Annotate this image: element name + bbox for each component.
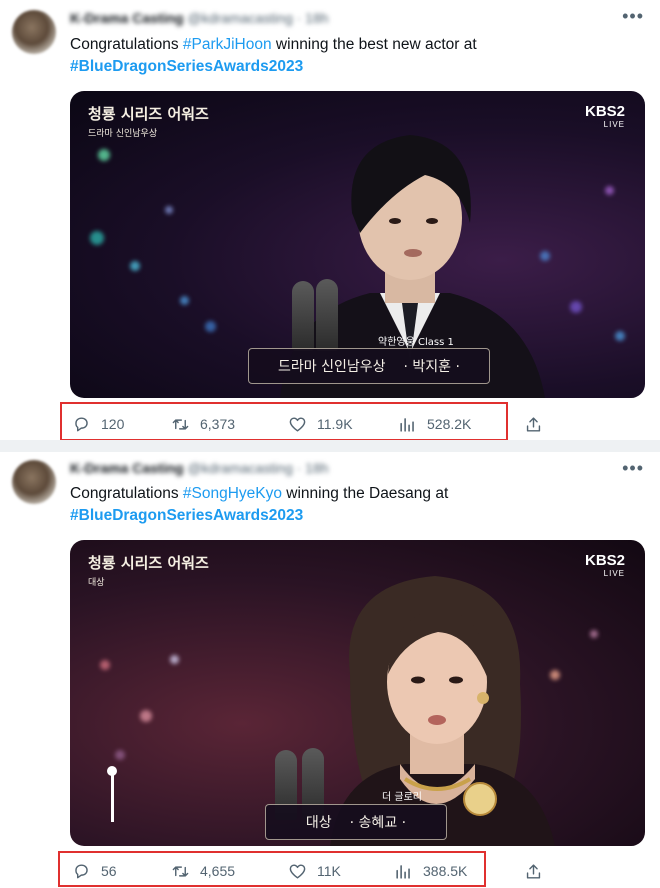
broadcaster-logo: KBS2 LIVE: [585, 104, 625, 131]
bokeh-light: [115, 750, 125, 760]
share-icon: [526, 416, 541, 432]
bokeh-light: [180, 296, 189, 305]
caption-drama-title: 더 글로리: [382, 792, 422, 803]
like-icon: [289, 863, 306, 879]
award-caption: 드라마 신인남우상 · 박지훈 ·: [248, 348, 490, 384]
share-icon: [526, 863, 541, 879]
logo-subtitle: 대상: [88, 578, 105, 588]
award-caption: 대상 · 송혜교 ·: [265, 804, 447, 840]
tweet-text: Congratulations #SongHyeKyo winning the …: [70, 483, 630, 527]
reply-count: 120: [101, 416, 125, 432]
views-icon: [400, 417, 414, 432]
bokeh-light: [170, 655, 179, 664]
video-progress-handle[interactable]: [107, 766, 117, 776]
reply-icon: [75, 416, 88, 431]
action-bar: 56 4,655 11K 388.5K: [56, 854, 641, 888]
avatar[interactable]: [12, 10, 56, 54]
more-icon[interactable]: •••: [622, 458, 644, 479]
views-count: 528.2K: [427, 416, 472, 432]
tweet-header-blurred: K-Drama Casting @kdramacasting · 18h: [70, 10, 329, 26]
views-button[interactable]: 528.2K: [398, 407, 471, 441]
video-progress-track[interactable]: [111, 770, 114, 822]
microphone: [316, 279, 338, 351]
tweet-separator: [0, 440, 660, 452]
like-count: 11K: [317, 863, 341, 879]
caption-drama-title: 약한영웅 Class 1: [378, 337, 454, 348]
bokeh-light: [90, 231, 104, 245]
bokeh-light: [165, 206, 173, 214]
show-logo: 청룡 시리즈 어워즈 대상: [88, 552, 218, 588]
retweet-count: 6,373: [200, 416, 236, 432]
hashtag-link[interactable]: #SongHyeKyo: [183, 485, 282, 502]
bokeh-light: [605, 186, 614, 195]
bokeh-light: [98, 149, 110, 161]
hashtag-link[interactable]: #BlueDragonSeriesAwards2023: [70, 507, 303, 524]
retweet-button[interactable]: 6,373: [171, 407, 235, 441]
hashtag-link[interactable]: #BlueDragonSeriesAwards2023: [70, 58, 303, 75]
bokeh-light: [130, 261, 140, 271]
more-icon[interactable]: •••: [622, 6, 644, 27]
caption-winner: · 송혜교 ·: [349, 815, 407, 831]
reply-button[interactable]: 120: [72, 407, 124, 441]
tweet-video[interactable]: 청룡 시리즈 어워즈 대상 KBS2 LIVE 더 글로리 대상 · 송혜교 ·: [70, 540, 645, 846]
logo-title: 청룡 시리즈 어워즈: [88, 105, 209, 123]
tweet-text-prefix: Congratulations: [70, 36, 183, 53]
bokeh-light: [590, 630, 598, 638]
broadcaster-logo: KBS2 LIVE: [585, 553, 625, 580]
logo-title: 청룡 시리즈 어워즈: [88, 554, 209, 572]
caption-winner: · 박지훈 ·: [403, 359, 460, 375]
like-button[interactable]: 11K: [288, 854, 341, 888]
views-button[interactable]: 388.5K: [394, 854, 467, 888]
tweet-text-mid: winning the Daesang at: [281, 485, 449, 502]
avatar[interactable]: [12, 460, 56, 504]
caption-award: 대상: [305, 815, 332, 831]
share-button[interactable]: [524, 407, 543, 441]
share-button[interactable]: [524, 854, 543, 888]
retweet-icon: [172, 865, 189, 877]
show-logo: 청룡 시리즈 어워즈 드라마 신인남우상: [88, 103, 218, 139]
tweet-video[interactable]: 청룡 시리즈 어워즈 드라마 신인남우상 KBS2 LIVE 약한영웅 Clas…: [70, 91, 645, 398]
bokeh-light: [140, 710, 152, 722]
tweet-header-blurred: K-Drama Casting @kdramacasting · 18h: [70, 460, 329, 476]
microphone: [292, 281, 314, 351]
logo-subtitle: 드라마 신인남우상: [88, 129, 158, 139]
action-bar: 120 6,373 11.9K 528.2K: [56, 407, 641, 441]
bokeh-light: [615, 331, 625, 341]
tweet-text-mid: winning the best new actor at: [271, 36, 477, 53]
bokeh-light: [100, 660, 110, 670]
like-icon: [289, 416, 306, 432]
like-button[interactable]: 11.9K: [288, 407, 353, 441]
views-icon: [396, 864, 410, 879]
views-count: 388.5K: [423, 863, 468, 879]
tweet-text: Congratulations #ParkJiHoon winning the …: [70, 34, 630, 78]
tweet-1[interactable]: K-Drama Casting @kdramacasting · 18h •••…: [0, 0, 660, 441]
reply-count: 56: [101, 863, 117, 879]
tweet-text-prefix: Congratulations: [70, 485, 183, 502]
reply-icon: [75, 863, 88, 878]
bokeh-light: [205, 321, 216, 332]
caption-award: 드라마 신인남우상: [278, 359, 386, 375]
like-count: 11.9K: [317, 416, 353, 432]
retweet-count: 4,655: [200, 863, 236, 879]
bokeh-light: [570, 301, 582, 313]
hashtag-link[interactable]: #ParkJiHoon: [183, 36, 272, 53]
retweet-icon: [172, 418, 189, 430]
reply-button[interactable]: 56: [72, 854, 117, 888]
retweet-button[interactable]: 4,655: [171, 854, 235, 888]
